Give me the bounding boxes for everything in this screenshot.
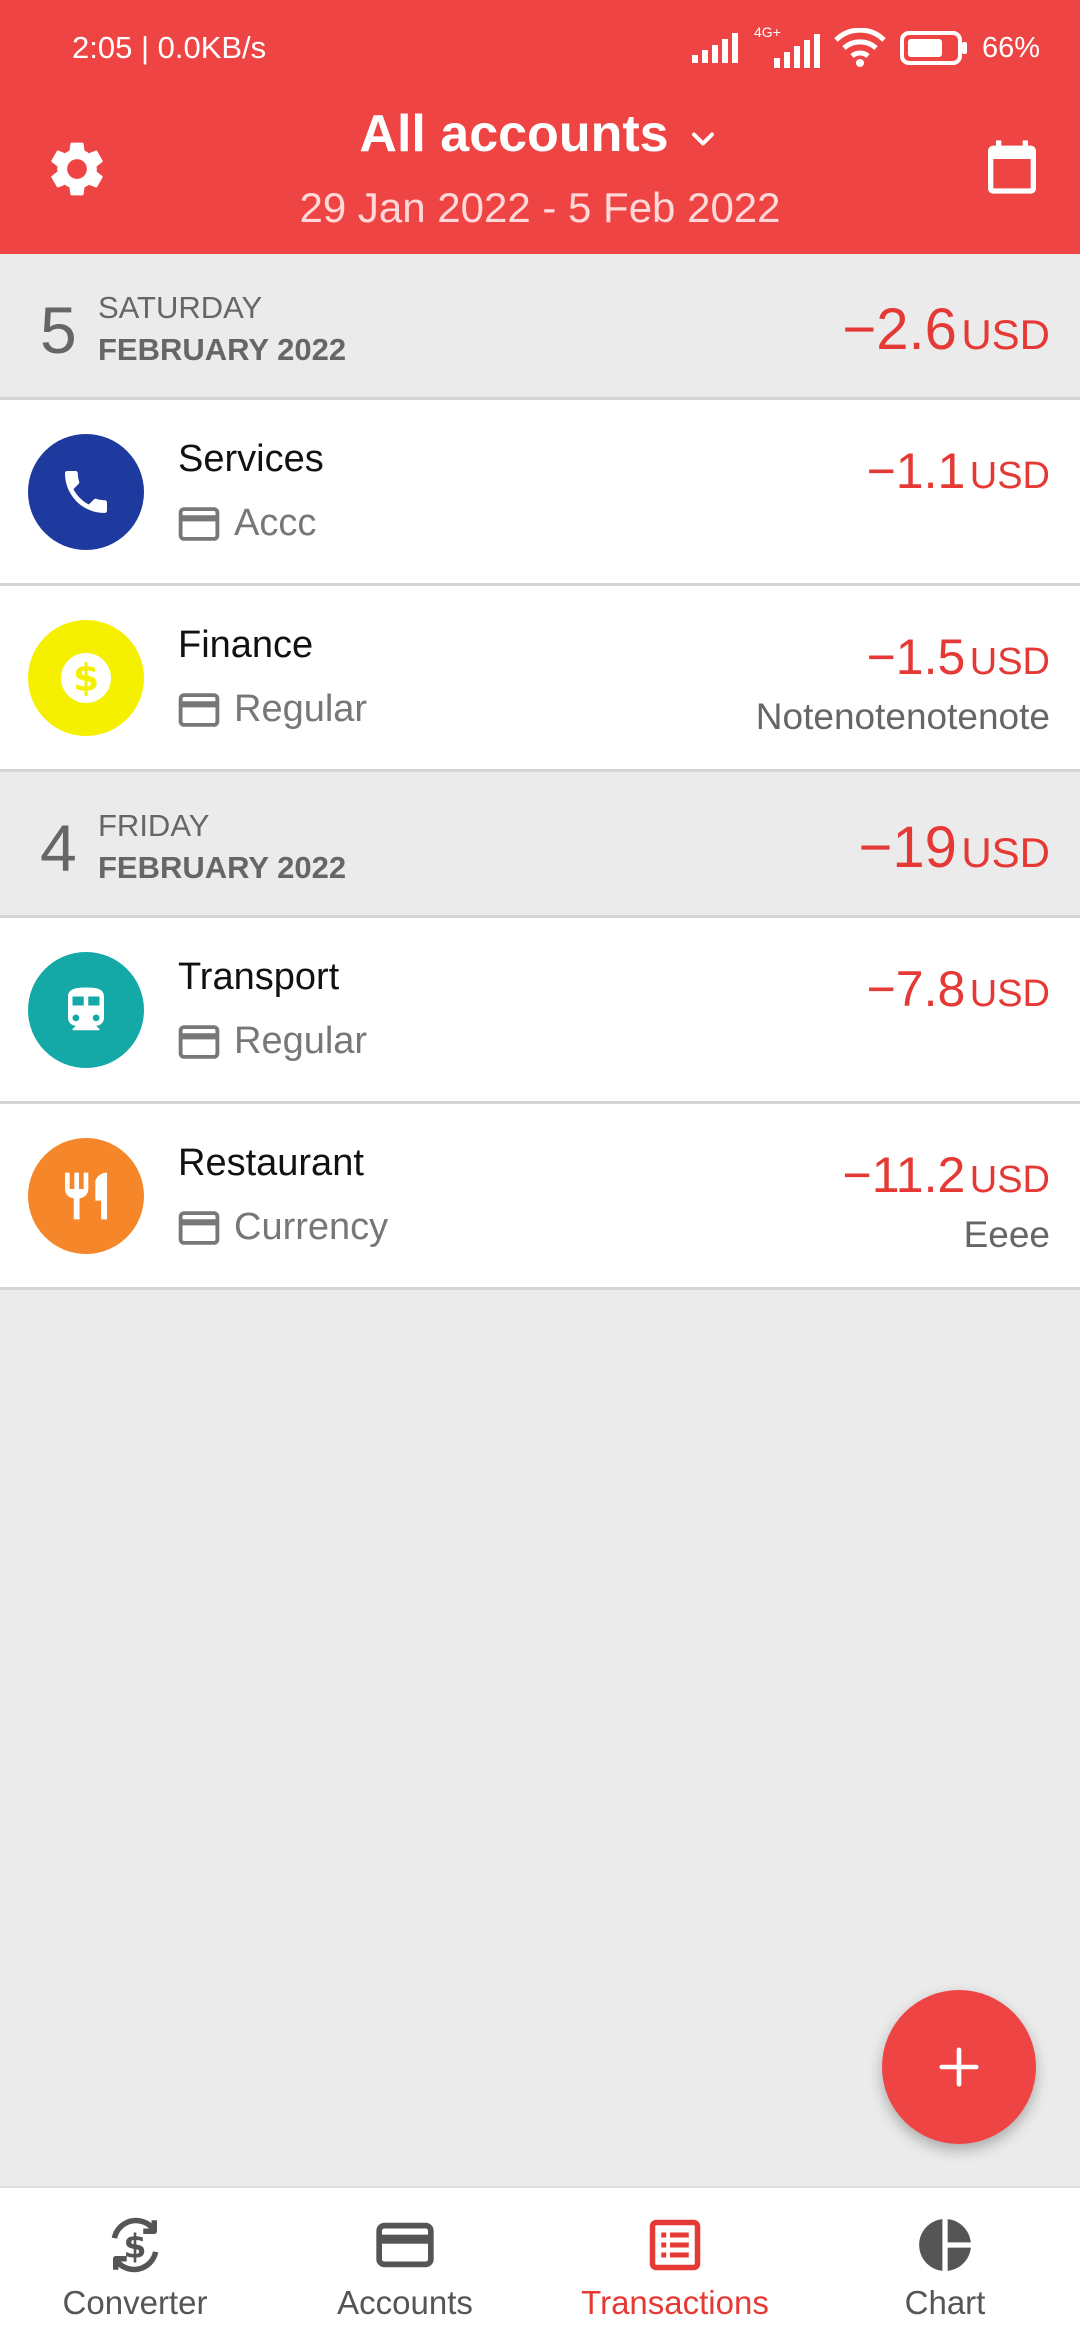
phone-icon (65, 471, 107, 513)
day-header: 5 SATURDAY FEBRUARY 2022 −2.6 USD (0, 254, 1080, 400)
transaction-amount: −1.5 USD (867, 628, 1050, 686)
account-selector-label: All accounts (359, 105, 669, 163)
card-icon (376, 2222, 434, 2268)
status-bar: 2:05 | 0.0KB/s 4G+ 66% (0, 0, 1080, 100)
tab-converter[interactable]: $ Converter (0, 2188, 270, 2340)
amount-currency: USD (969, 455, 1050, 497)
transaction-note: Eeee (963, 1214, 1050, 1255)
amount-value: −1.5 (866, 629, 966, 685)
battery-percent: 66% (981, 31, 1040, 64)
day-name: SATURDAY (98, 290, 263, 325)
category-avatar (28, 1138, 144, 1254)
account-name: Accc (234, 502, 317, 544)
svg-text:$: $ (124, 2226, 147, 2265)
day-number: 5 (40, 293, 77, 367)
category-avatar: $ (28, 620, 144, 736)
signal-icon (691, 33, 738, 63)
card-icon (178, 1024, 220, 1059)
tab-accounts[interactable]: Accounts (270, 2188, 540, 2340)
day-total-amount: −19 (858, 815, 957, 880)
day-month: FEBRUARY 2022 (98, 850, 347, 885)
transaction-row[interactable]: Restaurant Currency −11.2 USD Eeee (0, 1104, 1080, 1290)
wifi-icon (834, 28, 886, 67)
svg-text:$: $ (73, 656, 99, 700)
chevron-down-icon (691, 132, 714, 146)
transaction-amount: −1.1 USD (867, 442, 1050, 500)
transaction-row[interactable]: Services Accc −1.1 USD (0, 400, 1080, 586)
tab-chart[interactable]: Chart (810, 2188, 1080, 2340)
transaction-amount: −7.8 USD (867, 960, 1050, 1018)
list-icon (649, 2219, 701, 2271)
day-total-currency: USD (961, 829, 1050, 876)
card-icon (178, 1210, 220, 1245)
fork-knife-icon (65, 1172, 107, 1220)
account-name: Regular (234, 1020, 368, 1062)
day-name: FRIDAY (98, 808, 210, 843)
transaction-list: 5 SATURDAY FEBRUARY 2022 −2.6 USD Servic… (0, 254, 1080, 1290)
day-month: FEBRUARY 2022 (98, 332, 347, 367)
tab-converter-label: Converter (62, 2284, 208, 2321)
dollar-icon: $ (61, 653, 111, 703)
amount-currency: USD (969, 641, 1050, 683)
day-total: −2.6 USD (842, 296, 1050, 363)
pie-chart-icon (919, 2219, 971, 2271)
date-range[interactable]: 29 Jan 2022 - 5 Feb 2022 (0, 184, 1080, 232)
tab-chart-label: Chart (904, 2284, 986, 2321)
card-icon (178, 692, 220, 727)
tab-transactions[interactable]: Transactions (540, 2188, 810, 2340)
amount-value: −11.2 (842, 1147, 966, 1203)
tab-transactions-label: Transactions (581, 2284, 769, 2321)
category-avatar (28, 952, 144, 1068)
day-total: −19 USD (858, 814, 1050, 881)
account-selector[interactable]: All accounts (359, 104, 720, 164)
signal-4g-icon: 4G+ (752, 24, 820, 68)
category-name: Finance (178, 624, 314, 666)
bottom-navigation: $ Converter Accounts Transactions Chart (0, 2186, 1080, 2340)
day-number: 4 (40, 811, 77, 885)
day-header: 4 FRIDAY FEBRUARY 2022 −19 USD (0, 772, 1080, 918)
plus-icon (939, 2047, 979, 2087)
category-avatar (28, 434, 144, 550)
amount-value: −7.8 (866, 961, 966, 1017)
transaction-row[interactable]: $ Finance Regular −1.5 USD Notenotenoten… (0, 586, 1080, 772)
category-name: Restaurant (178, 1142, 364, 1184)
category-name: Services (178, 438, 324, 480)
battery-icon (899, 31, 967, 65)
card-icon (178, 506, 220, 541)
amount-value: −1.1 (866, 443, 966, 499)
day-total-currency: USD (961, 311, 1050, 358)
train-icon (68, 987, 104, 1031)
account-name: Regular (234, 688, 368, 730)
category-name: Transport (178, 956, 340, 998)
transaction-amount: −11.2 USD (843, 1146, 1051, 1204)
status-icons: 4G+ 66% (690, 24, 1040, 70)
currency-exchange-icon: $ (111, 2217, 159, 2273)
transaction-note: Notenotenotenote (755, 696, 1050, 737)
amount-currency: USD (969, 973, 1050, 1015)
app-header: 2:05 | 0.0KB/s 4G+ 66% All accounts 29 J… (0, 0, 1080, 254)
amount-currency: USD (969, 1159, 1050, 1201)
account-name: Currency (234, 1206, 389, 1248)
calendar-icon[interactable] (980, 134, 1044, 200)
tab-accounts-label: Accounts (337, 2284, 473, 2321)
day-total-amount: −2.6 (842, 297, 957, 362)
status-time-speed: 2:05 | 0.0KB/s (72, 30, 267, 65)
add-transaction-button[interactable] (882, 1990, 1036, 2144)
transaction-row[interactable]: Transport Regular −7.8 USD (0, 918, 1080, 1104)
